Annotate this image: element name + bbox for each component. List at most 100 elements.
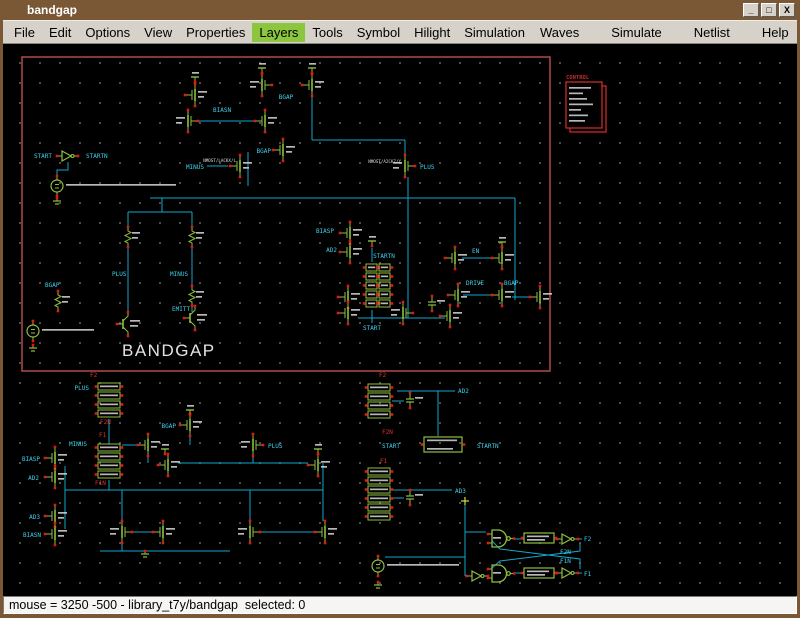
vdd-symbol[interactable] xyxy=(498,237,506,248)
net-label[interactable]: EN xyxy=(472,248,480,255)
menu-help[interactable]: Help xyxy=(754,23,797,42)
gnd-symbol[interactable] xyxy=(374,581,382,588)
mosfet-symbol[interactable] xyxy=(339,240,362,265)
schematic-drawing[interactable]: CONTROLSTARTSTARTNBIASNBGAPBGAPMINUSPLUS… xyxy=(3,44,797,596)
net-label[interactable]: START xyxy=(382,443,400,450)
wire[interactable] xyxy=(57,162,68,178)
pin-label[interactable]: F2N xyxy=(100,419,111,426)
mosfet-symbol[interactable] xyxy=(238,520,261,545)
device-label[interactable]: NMOST/LACKX/L xyxy=(203,158,236,163)
vdd-symbol[interactable] xyxy=(308,63,316,74)
net-label[interactable]: EMITT xyxy=(172,306,190,313)
menu-properties[interactable]: Properties xyxy=(179,23,252,42)
net-label[interactable]: START xyxy=(363,325,381,332)
resistor-symbol[interactable] xyxy=(125,226,140,249)
net-label[interactable]: PLUS xyxy=(420,164,435,171)
pin-label[interactable]: F1 xyxy=(99,432,107,439)
close-button[interactable]: X xyxy=(779,3,795,17)
menu-edit[interactable]: Edit xyxy=(42,23,78,42)
resistor-symbol[interactable] xyxy=(189,285,204,308)
voltage-source[interactable] xyxy=(27,320,94,343)
net-label[interactable]: DRIVE xyxy=(466,280,484,287)
mosfet-symbol[interactable] xyxy=(314,520,337,545)
block-symbol[interactable] xyxy=(521,568,558,578)
vdd-symbol[interactable] xyxy=(314,444,322,455)
nand-gate[interactable] xyxy=(487,565,516,582)
capacitor-symbol[interactable] xyxy=(406,392,423,410)
capacitor-symbol[interactable] xyxy=(406,489,423,507)
net-label[interactable]: START xyxy=(34,153,52,160)
mosfet-symbol[interactable] xyxy=(152,520,175,545)
net-label[interactable]: BGAP xyxy=(279,94,294,101)
pin-label[interactable]: F2 xyxy=(379,372,387,379)
menu-simulation[interactable]: Simulation xyxy=(457,23,532,42)
resistor-symbol[interactable] xyxy=(189,226,204,249)
menu-hilight[interactable]: Hilight xyxy=(407,23,457,42)
resistor-symbol[interactable] xyxy=(55,290,70,313)
net-label[interactable]: BIASP xyxy=(316,228,334,235)
net-label[interactable]: BIASN xyxy=(213,107,231,114)
net-label[interactable]: AD3 xyxy=(455,488,466,495)
switch-stack[interactable] xyxy=(365,384,394,418)
switch-stack[interactable] xyxy=(95,383,124,417)
menu-tools[interactable]: Tools xyxy=(305,23,349,42)
pin-label[interactable]: F2 xyxy=(90,372,98,379)
net-label[interactable]: PLUS xyxy=(112,271,127,278)
bjt-symbol[interactable] xyxy=(116,311,140,338)
vdd-symbol[interactable] xyxy=(191,72,199,83)
menu-waves[interactable]: Waves xyxy=(532,23,587,42)
net-label[interactable]: F1N xyxy=(560,558,571,565)
pin-label[interactable]: F2N xyxy=(382,429,393,436)
pin-label[interactable]: F1 xyxy=(380,458,388,465)
mosfet-symbol[interactable] xyxy=(137,433,160,458)
voltage-source[interactable] xyxy=(51,175,176,198)
mosfet-symbol[interactable] xyxy=(254,109,277,134)
bandgap-title-text[interactable]: BANDGAP xyxy=(122,341,216,360)
net-label[interactable]: MINUS xyxy=(69,441,87,448)
mosfet-symbol[interactable] xyxy=(184,83,207,108)
net-label[interactable]: MINUS xyxy=(170,271,188,278)
mosfet-symbol[interactable] xyxy=(337,301,360,326)
mosfet-symbol[interactable] xyxy=(393,154,416,179)
selection-box[interactable] xyxy=(22,57,550,371)
vdd-symbol[interactable] xyxy=(368,236,376,247)
inverter-gate[interactable] xyxy=(556,534,580,544)
mosfet-symbol[interactable] xyxy=(391,301,414,326)
mosfet-symbol[interactable] xyxy=(250,73,273,98)
net-label[interactable]: AD2 xyxy=(28,475,39,482)
inverter-gate[interactable] xyxy=(556,568,580,578)
gnd-symbol[interactable] xyxy=(29,344,37,351)
menu-simulate[interactable]: Simulate xyxy=(603,23,670,42)
net-label[interactable]: PLUS xyxy=(75,385,90,392)
menu-netlist[interactable]: Netlist xyxy=(686,23,738,42)
title-bar[interactable]: bandgap _ □ X xyxy=(3,0,797,20)
mosfet-symbol[interactable] xyxy=(272,138,295,163)
mosfet-symbol[interactable] xyxy=(307,453,330,478)
inverter-gate[interactable] xyxy=(56,151,80,161)
marker-cross[interactable] xyxy=(461,497,469,505)
mosfet-symbol[interactable] xyxy=(491,246,514,271)
block-symbol[interactable] xyxy=(421,437,466,452)
net-label[interactable]: PLUS xyxy=(268,443,283,450)
capacitor-symbol[interactable] xyxy=(428,295,445,313)
net-label[interactable]: STARTN xyxy=(86,153,108,160)
mosfet-symbol[interactable] xyxy=(176,109,199,134)
mosfet-symbol[interactable] xyxy=(44,465,67,490)
net-label[interactable]: STARTN xyxy=(477,443,499,450)
switch-stack[interactable] xyxy=(95,444,124,478)
menu-layers[interactable]: Layers xyxy=(252,23,305,42)
net-label[interactable]: F2N xyxy=(560,549,571,556)
switch-stack[interactable] xyxy=(365,468,394,520)
net-label[interactable]: BGAP xyxy=(45,282,60,289)
maximize-button[interactable]: □ xyxy=(761,3,777,17)
inverter-gate[interactable] xyxy=(466,571,490,581)
net-label[interactable]: AD2 xyxy=(458,388,469,395)
mosfet-symbol[interactable] xyxy=(44,522,67,547)
gnd-symbol[interactable] xyxy=(53,197,61,204)
net-label[interactable]: F2 xyxy=(584,536,592,543)
voltage-source[interactable] xyxy=(372,555,459,578)
net-label[interactable]: BIASP xyxy=(22,456,40,463)
net-label[interactable]: BGAP xyxy=(162,423,177,430)
net-label[interactable]: MINUS xyxy=(186,164,204,171)
net-label[interactable]: F1 xyxy=(584,571,592,578)
